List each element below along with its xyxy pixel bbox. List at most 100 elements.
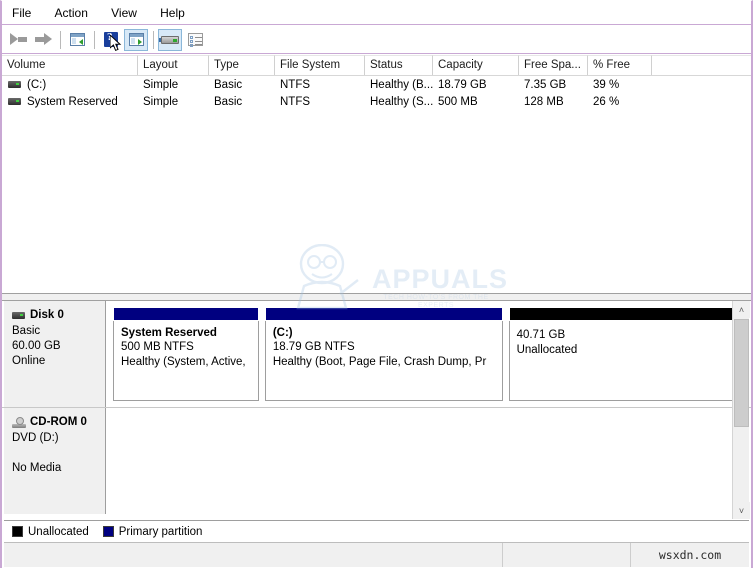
column-header-status[interactable]: Status [365, 55, 433, 75]
capacity-cell: 18.79 GB [433, 79, 519, 91]
file-system-cell: NTFS [275, 79, 365, 91]
free-space-cell: 7.35 GB [519, 79, 588, 91]
partition-line2: Healthy (System, Active, [121, 355, 258, 370]
disk-info-cdrom0[interactable]: CD-ROM 0 DVD (D:) No Media [4, 408, 106, 514]
show-hide-console-tree-button[interactable] [65, 29, 89, 51]
disk-info-disk0[interactable]: Disk 0 Basic 60.00 GB Online [4, 301, 106, 407]
column-header-type[interactable]: Type [209, 55, 275, 75]
disk-name: Disk 0 [30, 309, 64, 321]
legend-item-unallocated: Unallocated [12, 526, 89, 538]
scrollbar-thumb[interactable] [734, 319, 749, 427]
partition-line2: Unallocated [517, 343, 746, 358]
disk-name: CD-ROM 0 [30, 416, 87, 428]
file-system-cell: NTFS [275, 96, 365, 108]
partition-capacity-bar [509, 307, 747, 321]
disk-view-scrollbar[interactable]: ˄ ˅ [732, 301, 749, 519]
disk-type: DVD (D:) [12, 431, 105, 446]
disk-drive-icon [161, 34, 179, 46]
arrow-left-icon [10, 33, 27, 46]
menu-item-help[interactable]: Help [150, 1, 195, 24]
console-tree-icon [70, 33, 85, 46]
toolbar-separator [153, 31, 154, 49]
volume-list-panel: Volume Layout Type File System Status Ca… [2, 55, 751, 293]
scroll-down-arrow-icon[interactable]: ˅ [733, 502, 750, 519]
volume-name: System Reserved [27, 96, 118, 108]
arrow-right-icon [35, 33, 52, 46]
disk-status: No Media [12, 461, 105, 476]
column-header-file-system[interactable]: File System [275, 55, 365, 75]
hdd-icon [12, 312, 25, 319]
partition-c-drive[interactable]: (C:) 18.79 GB NTFS Healthy (Boot, Page F… [265, 307, 503, 401]
volume-cell: (C:) [2, 79, 138, 91]
table-row[interactable]: (C:) Simple Basic NTFS Healthy (B... 18.… [2, 76, 751, 93]
column-header-capacity[interactable]: Capacity [433, 55, 519, 75]
disk-meta: DVD (D:) No Media [12, 431, 105, 476]
partition-unallocated[interactable]: 40.71 GB Unallocated [509, 307, 747, 401]
source-watermark: wsxdn.com [631, 543, 749, 567]
partition-line1: 500 MB NTFS [121, 340, 258, 355]
cdrom-icon [12, 417, 26, 428]
layout-cell: Simple [138, 96, 209, 108]
type-cell: Basic [209, 96, 275, 108]
legend-swatch-icon [12, 526, 23, 537]
capacity-cell: 500 MB [433, 96, 519, 108]
column-header-layout[interactable]: Layout [138, 55, 209, 75]
partition-system-reserved[interactable]: System Reserved 500 MB NTFS Healthy (Sys… [113, 307, 259, 401]
partition-capacity-bar [113, 307, 259, 321]
forward-button[interactable] [31, 29, 55, 51]
column-header-filler[interactable] [652, 55, 751, 75]
partition-capacity-bar [265, 307, 503, 321]
toolbar-separator [94, 31, 95, 49]
show-hide-action-pane-button[interactable] [124, 29, 148, 51]
partition-body: 40.71 GB Unallocated [509, 321, 747, 401]
table-row[interactable]: System Reserved Simple Basic NTFS Health… [2, 93, 751, 110]
free-space-cell: 128 MB [519, 96, 588, 108]
menu-item-view[interactable]: View [101, 1, 147, 24]
column-header-free-space[interactable]: Free Spa... [519, 55, 588, 75]
status-bar: wsxdn.com [4, 542, 749, 567]
legend-label: Primary partition [119, 526, 203, 538]
disk-graphical-view: Disk 0 Basic 60.00 GB Online System Rese… [2, 301, 751, 519]
partition-name: (C:) [273, 327, 502, 339]
status-cell: Healthy (B... [365, 79, 433, 91]
legend-label: Unallocated [28, 526, 89, 538]
disk-meta-gap [12, 446, 105, 461]
disk-size: 60.00 GB [12, 339, 105, 354]
help-button[interactable]: ? [99, 29, 123, 51]
properties-list-icon [188, 33, 203, 46]
menu-item-action[interactable]: Action [45, 1, 98, 24]
legend-swatch-icon [103, 526, 114, 537]
status-pane-middle [503, 543, 631, 567]
disk-row-disk0[interactable]: Disk 0 Basic 60.00 GB Online System Rese… [2, 301, 751, 408]
volume-cell: System Reserved [2, 96, 138, 108]
rescan-disks-button[interactable] [158, 29, 182, 51]
percent-free-cell: 39 % [588, 79, 652, 91]
volume-name: (C:) [27, 79, 46, 91]
scroll-up-arrow-icon[interactable]: ˄ [733, 301, 750, 318]
back-button[interactable] [6, 29, 30, 51]
action-pane-icon [129, 33, 144, 46]
menu-item-file[interactable]: File [2, 1, 41, 24]
menu-bar: File Action View Help [2, 1, 751, 25]
drive-icon [8, 81, 21, 88]
column-header-volume[interactable]: Volume [2, 55, 138, 75]
column-header-percent-free[interactable]: % Free [588, 55, 652, 75]
disk-type: Basic [12, 324, 105, 339]
legend-bar: Unallocated Primary partition [4, 520, 749, 542]
panel-splitter[interactable] [2, 293, 751, 301]
properties-button[interactable] [183, 29, 207, 51]
status-pane-left [4, 543, 503, 567]
type-cell: Basic [209, 79, 275, 91]
disk-meta: Basic 60.00 GB Online [12, 324, 105, 369]
partition-body: (C:) 18.79 GB NTFS Healthy (Boot, Page F… [265, 321, 503, 401]
partition-line1: 18.79 GB NTFS [273, 340, 502, 355]
disk-row-cdrom0[interactable]: CD-ROM 0 DVD (D:) No Media [2, 408, 751, 514]
status-cell: Healthy (S... [365, 96, 433, 108]
layout-cell: Simple [138, 79, 209, 91]
toolbar: ? [2, 26, 751, 54]
legend-item-primary-partition: Primary partition [103, 526, 203, 538]
disk-title: CD-ROM 0 [12, 416, 105, 428]
partition-strip-cdrom0 [107, 408, 751, 514]
partition-name: System Reserved [121, 327, 258, 339]
drive-icon [8, 98, 21, 105]
